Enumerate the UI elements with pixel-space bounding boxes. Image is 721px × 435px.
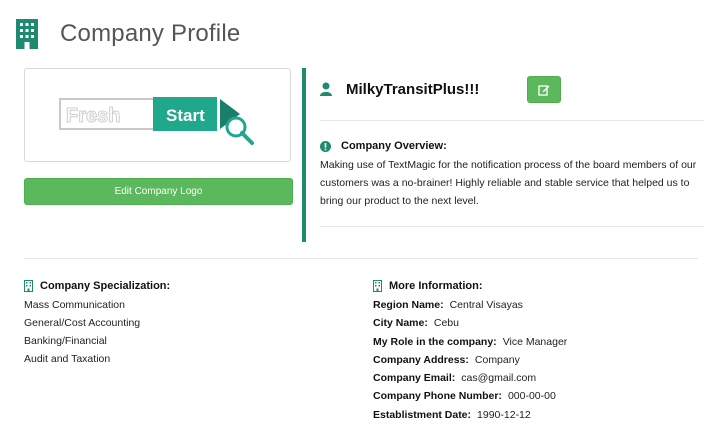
info-label: Company Email: — [373, 372, 456, 385]
company-logo-box: Fresh Start — [24, 68, 291, 162]
list-item: Banking/Financial — [24, 335, 107, 347]
exclamation-circle-icon — [320, 140, 331, 152]
list-item: General/Cost Accounting — [24, 317, 141, 329]
info-label: Establistment Date: — [373, 408, 472, 421]
company-name-row: MilkyTransitPlus!!! — [320, 76, 479, 102]
page-header: Company Profile — [16, 14, 240, 54]
company-profile-panel: MilkyTransitPlus!!! Company Overview: Ma… — [302, 68, 704, 242]
overview-heading-row: Company Overview: — [320, 140, 447, 152]
specialization-header: Company Specialization: — [24, 278, 170, 294]
info-row-region: Region Name: Central Visayas — [373, 296, 567, 314]
info-label: Company Phone Number: — [373, 390, 502, 403]
info-value: Cebu — [433, 317, 459, 330]
overview-heading: Company Overview: — [341, 140, 447, 152]
info-value: 000-00-00 — [507, 390, 556, 403]
logo-start-text: Start — [166, 106, 205, 125]
info-row-email: Company Email: cas@gmail.com — [373, 369, 567, 387]
more-information-header: More Information: — [373, 278, 567, 294]
info-value: Vice Manager — [502, 335, 568, 348]
section-divider — [24, 258, 698, 259]
list-item: Mass Communication — [24, 299, 125, 311]
user-icon — [320, 82, 332, 96]
overview-text: Making use of TextMagic for the notifica… — [320, 159, 697, 207]
info-value: Company — [474, 353, 520, 366]
edit-company-logo-button[interactable]: Edit Company Logo — [24, 178, 293, 205]
specialization-section: Company Specialization: Mass Communicati… — [24, 278, 170, 368]
info-label: Company Address: — [373, 353, 469, 366]
logo-fresh-text: Fresh — [66, 105, 120, 127]
specialization-list: Mass Communication General/Cost Accounti… — [24, 296, 170, 368]
company-name: MilkyTransitPlus!!! — [346, 80, 480, 98]
divider — [320, 226, 704, 227]
page-title: Company Profile — [60, 20, 241, 47]
building-icon — [373, 280, 382, 292]
info-row-role: My Role in the company: Vice Manager — [373, 333, 567, 351]
building-icon — [16, 19, 38, 49]
info-row-city: City Name: Cebu — [373, 314, 567, 332]
edit-profile-button[interactable] — [527, 76, 561, 103]
info-value: 1990-12-12 — [477, 408, 531, 421]
info-label: City Name: — [373, 317, 428, 330]
edit-icon — [538, 84, 550, 96]
company-logo-image: Fresh Start — [58, 97, 254, 145]
specialization-title: Company Specialization: — [40, 280, 171, 292]
info-row-phone: Company Phone Number: 000-00-00 — [373, 387, 567, 405]
building-icon — [24, 280, 33, 292]
info-value: Central Visayas — [449, 299, 523, 311]
divider — [320, 120, 704, 121]
info-label: Region Name: — [373, 299, 444, 311]
info-row-address: Company Address: Company — [373, 351, 567, 369]
list-item: Audit and Taxation — [24, 353, 111, 365]
info-row-established: Establistment Date: 1990-12-12 — [373, 406, 567, 424]
info-value: cas@gmail.com — [461, 372, 537, 385]
more-information-title: More Information: — [389, 280, 483, 292]
more-information-section: More Information: Region Name: Central Vi… — [373, 278, 567, 424]
info-label: My Role in the company: — [373, 335, 497, 348]
